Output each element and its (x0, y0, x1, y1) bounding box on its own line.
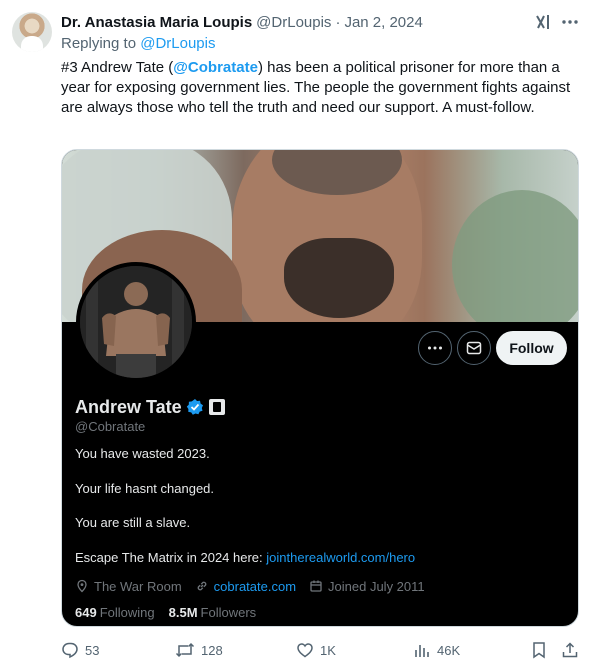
post-date[interactable]: Jan 2, 2024 (344, 14, 422, 31)
reply-button[interactable]: 53 (61, 640, 99, 660)
followers-stat[interactable]: 8.5M Followers (169, 605, 257, 620)
tweet-text: #3 Andrew Tate (@Cobratate) has been a p… (61, 58, 583, 118)
profile-name-row: Andrew Tate (75, 395, 225, 419)
views-count: 46K (437, 642, 461, 658)
tweet-header: Dr. Anastasia Maria Loupis @DrLoupis · J… (61, 12, 423, 32)
repost-count: 128 (201, 642, 223, 658)
link-icon (197, 581, 207, 591)
reply-count: 53 (85, 642, 100, 658)
repost-button[interactable]: 128 (175, 640, 223, 660)
views-icon (415, 645, 429, 657)
bio-link-prefix: Escape The Matrix in 2024 here: (75, 550, 267, 565)
profile-name[interactable]: Andrew Tate (75, 397, 182, 418)
followers-label: Followers (200, 605, 257, 620)
bio-link[interactable]: jointherealworld.com/hero (266, 550, 415, 565)
affiliate-badge-icon (208, 399, 225, 415)
like-icon (297, 643, 313, 658)
website-link[interactable]: cobratate.com (214, 579, 296, 594)
share-icon (562, 642, 578, 658)
bio-link-line: Escape The Matrix in 2024 here: jointher… (75, 550, 415, 565)
author-avatar[interactable] (12, 12, 52, 52)
website-item: cobratate.com (195, 579, 296, 594)
tweet-actions: 53 128 1K 46K (61, 640, 581, 660)
like-count: 1K (320, 642, 336, 658)
author-handle[interactable]: @DrLoupis (256, 14, 331, 31)
more-horizontal-icon (428, 346, 442, 350)
following-label: Following (99, 605, 155, 620)
bookmark-button[interactable] (531, 640, 553, 660)
profile-card[interactable]: Follow Andrew Tate @Cobratate You have w… (61, 149, 579, 627)
bio-line: You have wasted 2023. (75, 446, 210, 461)
mention-link[interactable]: @Cobratate (173, 59, 258, 76)
profile-stats: 649 Following 8.5M Followers (75, 605, 270, 620)
verified-badge-icon (186, 399, 203, 415)
author-name[interactable]: Dr. Anastasia Maria Loupis (61, 14, 252, 31)
followers-count: 8.5M (168, 605, 198, 620)
replying-to-label: Replying to (61, 35, 137, 52)
location-text: The War Room (94, 578, 182, 594)
location-icon (77, 579, 87, 593)
replying-to-handle[interactable]: @DrLoupis (140, 35, 215, 52)
profile-meta: The War Room cobratate.com Joined July 2… (75, 578, 438, 594)
share-button[interactable] (561, 640, 585, 660)
more-options-button[interactable] (418, 331, 452, 365)
profile-photo[interactable] (76, 262, 196, 382)
tweet[interactable]: Dr. Anastasia Maria Loupis @DrLoupis · J… (0, 0, 595, 668)
repost-icon (175, 642, 195, 658)
bookmark-icon (533, 642, 545, 659)
message-button[interactable] (457, 331, 491, 365)
joined-text: Joined July 2011 (328, 578, 425, 594)
following-stat[interactable]: 649 Following (75, 605, 155, 620)
more-horizontal-icon[interactable] (561, 12, 579, 32)
like-button[interactable]: 1K (296, 640, 336, 660)
bio-line: Your life hasnt changed. (75, 481, 215, 496)
message-icon (466, 341, 482, 355)
replying-to: Replying to @DrLoupis (61, 35, 215, 52)
bio-line: You are still a slave. (75, 515, 191, 530)
reply-icon (62, 642, 78, 659)
calendar-icon (310, 580, 322, 592)
views-button[interactable]: 46K (413, 640, 460, 660)
joined-item: Joined July 2011 (309, 579, 425, 594)
location-item: The War Room (75, 579, 182, 594)
profile-handle: @Cobratate (75, 419, 146, 434)
follow-button[interactable]: Follow (496, 331, 567, 365)
grok-icon[interactable] (534, 12, 552, 32)
separator-dot: · (335, 13, 341, 31)
following-count: 649 (75, 605, 97, 620)
tweet-text-part: #3 Andrew Tate ( (61, 59, 174, 76)
